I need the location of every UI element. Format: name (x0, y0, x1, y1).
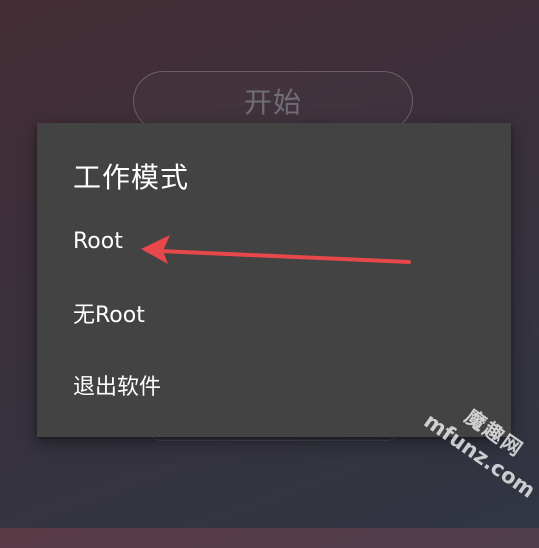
work-mode-dialog: 工作模式 Root 无Root 退出软件 (37, 123, 511, 437)
option-root-label: Root (73, 229, 123, 254)
dialog-title: 工作模式 (73, 161, 190, 194)
option-root[interactable]: Root (73, 227, 123, 257)
option-exit-app[interactable]: 退出软件 (73, 373, 161, 403)
option-no-root-label: 无Root (73, 303, 145, 328)
option-no-root[interactable]: 无Root (73, 301, 145, 331)
option-exit-app-label: 退出软件 (73, 375, 162, 400)
start-button-label: 开始 (243, 86, 302, 119)
start-button[interactable]: 开始 (133, 71, 413, 131)
